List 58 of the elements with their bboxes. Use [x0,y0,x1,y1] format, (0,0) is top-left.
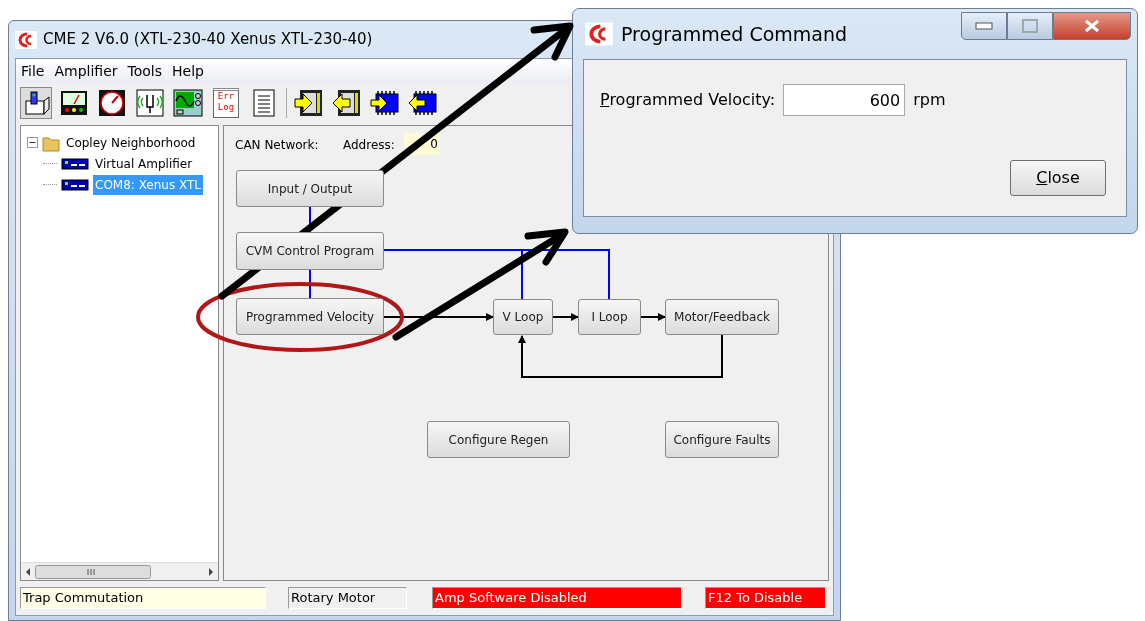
diagram-block[interactable]: CVM Control Program [236,232,384,270]
toolbar-button[interactable] [96,87,128,119]
minimize-icon [975,22,993,30]
toolbar-button[interactable] [293,87,325,119]
signal-line [309,269,311,299]
document-icon [253,89,275,117]
logo-icon [15,30,37,49]
collapse-icon[interactable] [27,137,38,148]
toolbar-button[interactable] [20,87,52,119]
import-icon [294,89,324,117]
dialog-title: Programmed Command [621,21,848,47]
horizontal-scrollbar[interactable] [21,562,218,580]
configure-button[interactable]: Configure Regen [427,421,570,458]
maximize-button[interactable] [1007,12,1053,40]
maximize-icon [1022,19,1038,33]
chip-import-icon [370,89,400,117]
chip-export-icon [408,89,438,117]
tree-item[interactable]: Virtual Amplifier [93,153,195,174]
oscilloscope-icon [173,89,203,117]
toolbar-button[interactable] [172,87,204,119]
address-label: Address: [343,137,395,154]
scrollbar-thumb[interactable] [35,564,151,579]
diagram-block[interactable]: Input / Output [236,170,384,207]
connector-arrow [552,313,579,321]
close-icon [1084,19,1100,33]
can-network-label: CAN Network: [235,137,319,154]
field-label: Programmed Velocity: [600,89,776,111]
diagram-block[interactable]: Programmed Velocity [236,298,384,335]
amplifier-icon [61,157,89,170]
toolbar-button[interactable] [331,87,363,119]
signal-icon [136,89,164,117]
gauge-icon [98,89,126,117]
status-field: Rotary Motor [288,587,407,609]
diagram-block[interactable]: Motor/Feedback [665,299,779,335]
status-field: F12 To Disable [705,587,826,609]
status-field: Trap Commutation [20,587,266,609]
menu-item[interactable]: Tools [127,60,162,82]
minimize-button[interactable] [961,12,1007,40]
status-field: Amp Software Disabled [432,587,682,609]
diagram-block[interactable]: I Loop [578,299,641,335]
diagram-block[interactable]: V Loop [493,299,553,335]
window-title: CME 2 V6.0 (XTL-230-40 Xenus XTL-230-40) [43,29,373,51]
menu-item[interactable]: Amplifier [54,60,118,82]
toolbar-button[interactable] [134,87,166,119]
meter-icon [60,90,88,116]
close-button[interactable]: Close [1010,160,1106,196]
close-button[interactable] [1053,12,1131,40]
export-icon [332,89,362,117]
logo-icon [585,21,613,47]
menu-item[interactable]: File [21,60,45,82]
menu-item[interactable]: Help [172,60,204,82]
amplifier-icon [61,178,89,191]
velocity-field[interactable]: 600 [783,84,906,116]
connector-arrow [640,313,666,321]
configure-button[interactable]: Configure Faults [665,421,779,458]
unit-label: rpm [913,89,946,111]
box-icon [22,89,50,117]
tree-item[interactable]: Copley Neighborhood [64,132,198,153]
